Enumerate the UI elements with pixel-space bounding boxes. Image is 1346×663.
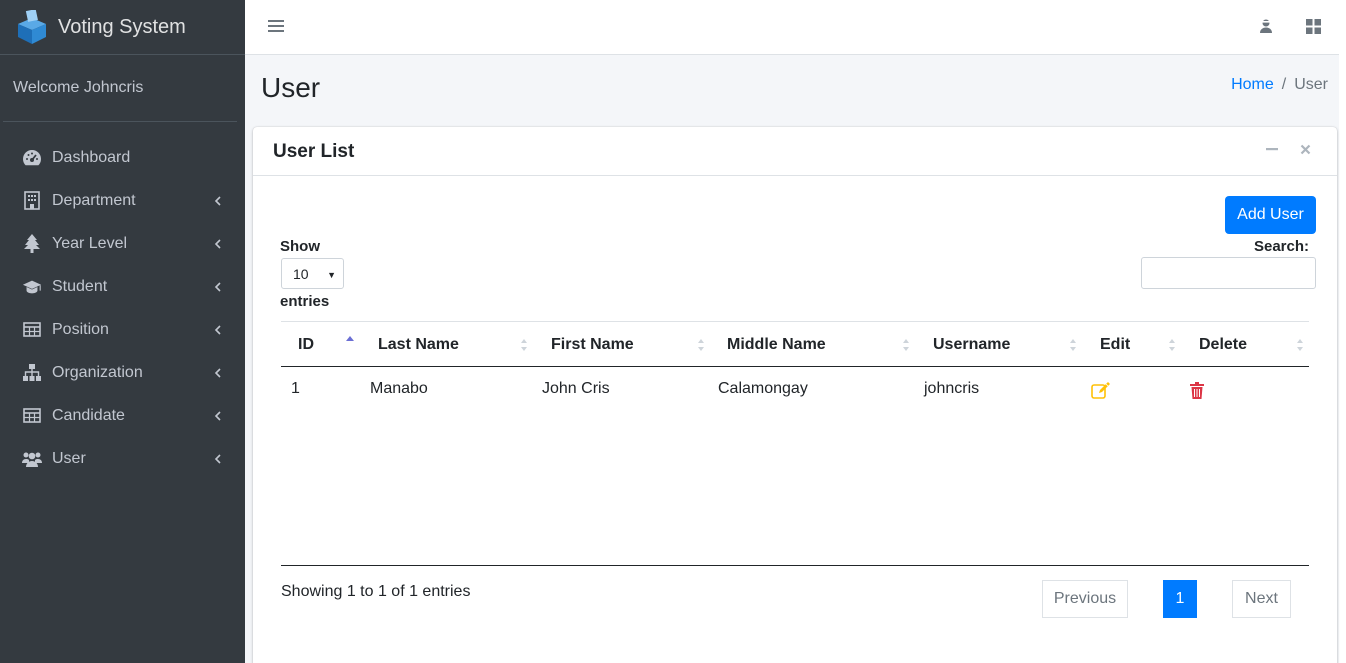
cell-id: 1: [291, 380, 300, 397]
brand-link[interactable]: Voting System: [0, 0, 245, 55]
pagination-page-1[interactable]: 1: [1163, 580, 1197, 618]
sidebar-item-label: User: [52, 449, 86, 467]
users-icon: [22, 449, 42, 469]
page-title: User: [261, 72, 321, 103]
column-header-middle-name[interactable]: Middle Name: [727, 336, 826, 354]
chevron-left-icon: [214, 281, 221, 292]
sidebar-item-user[interactable]: User: [0, 437, 245, 480]
welcome-text: Welcome Johncris: [3, 55, 237, 122]
breadcrumb-current: User: [1294, 76, 1328, 93]
graduation-cap-icon: [22, 277, 42, 297]
chevron-left-icon: [214, 367, 221, 378]
table-header-row: ID Last Name First Name Middle Name User…: [281, 321, 1309, 367]
sort-both-icon: [521, 339, 527, 351]
sitemap-icon: [22, 363, 42, 383]
top-navbar: [245, 0, 1339, 55]
page-size-select[interactable]: 10 ▼: [281, 258, 344, 289]
table-icon: [22, 320, 42, 340]
minimize-icon[interactable]: [1266, 144, 1278, 154]
user-profile-icon[interactable]: [1259, 18, 1273, 34]
search-label: Search:: [1253, 238, 1309, 255]
user-list-card: User List Add User Show 10 ▼ entries Sea…: [253, 127, 1337, 663]
pagination-next[interactable]: Next: [1232, 580, 1291, 618]
column-header-id[interactable]: ID: [298, 336, 314, 354]
cell-first-name: John Cris: [542, 380, 610, 397]
table-icon: [22, 406, 42, 426]
breadcrumb-separator: /: [1281, 76, 1287, 93]
sidebar-item-position[interactable]: Position: [0, 308, 245, 351]
search-input[interactable]: [1141, 257, 1316, 289]
sort-both-icon: [1169, 339, 1175, 351]
sidebar-item-label: Student: [52, 277, 108, 295]
sidebar-item-department[interactable]: Department: [0, 179, 245, 222]
sidebar: Voting System Welcome Johncris Dashboard…: [0, 0, 245, 663]
table-info: Showing 1 to 1 of 1 entries: [281, 583, 471, 600]
column-header-username[interactable]: Username: [933, 336, 1010, 354]
sidebar-item-year-level[interactable]: Year Level: [0, 222, 245, 265]
hamburger-menu-icon[interactable]: [268, 19, 284, 33]
cell-middle-name: Calamongay: [718, 380, 808, 397]
page-size-value: 10: [293, 265, 309, 282]
sort-asc-icon: [346, 336, 354, 341]
sort-both-icon: [698, 339, 704, 351]
entries-label: entries: [280, 293, 330, 310]
sidebar-item-label: Department: [52, 191, 136, 209]
breadcrumb: Home / User: [1231, 76, 1328, 94]
grid-apps-icon[interactable]: [1306, 19, 1321, 34]
chevron-left-icon: [214, 195, 221, 206]
chevron-left-icon: [214, 324, 221, 335]
add-user-button[interactable]: Add User: [1225, 196, 1316, 234]
sort-both-icon: [1070, 339, 1076, 351]
users-table: ID Last Name First Name Middle Name User…: [281, 321, 1309, 409]
sidebar-item-candidate[interactable]: Candidate: [0, 394, 245, 437]
sidebar-item-student[interactable]: Student: [0, 265, 245, 308]
card-header: User List: [253, 127, 1337, 176]
breadcrumb-home-link[interactable]: Home: [1231, 76, 1274, 94]
cell-username: johncris: [924, 380, 980, 397]
chevron-left-icon: [214, 238, 221, 249]
show-label: Show: [280, 238, 320, 255]
sort-both-icon: [903, 339, 909, 351]
trash-icon[interactable]: [1190, 382, 1204, 399]
dashboard-icon: [22, 148, 42, 168]
cell-last-name: Manabo: [370, 380, 428, 397]
column-header-last-name[interactable]: Last Name: [378, 336, 459, 354]
building-icon: [22, 191, 42, 211]
close-icon[interactable]: [1300, 144, 1311, 155]
sort-both-icon: [1297, 339, 1303, 351]
sidebar-item-label: Year Level: [52, 234, 128, 252]
sidebar-item-label: Dashboard: [52, 148, 131, 166]
chevron-left-icon: [214, 453, 221, 464]
sidebar-nav: Dashboard Department Year Level Student: [0, 136, 245, 480]
chevron-left-icon: [214, 410, 221, 421]
sidebar-item-dashboard[interactable]: Dashboard: [0, 136, 245, 179]
card-title: User List: [273, 141, 355, 162]
column-header-first-name[interactable]: First Name: [551, 336, 634, 354]
ballot-box-logo-icon: [18, 10, 46, 44]
sidebar-item-label: Position: [52, 320, 109, 338]
sidebar-item-organization[interactable]: Organization: [0, 351, 245, 394]
column-header-edit[interactable]: Edit: [1100, 336, 1130, 354]
caret-down-icon: ▼: [327, 270, 336, 280]
pagination-previous[interactable]: Previous: [1042, 580, 1128, 618]
sidebar-item-label: Organization: [52, 363, 143, 381]
brand-text: Voting System: [58, 15, 186, 38]
edit-icon[interactable]: [1091, 382, 1111, 399]
table-row: 1 Manabo John Cris Calamongay johncris: [281, 367, 1309, 409]
sidebar-item-label: Candidate: [52, 406, 125, 424]
tree-icon: [22, 234, 42, 254]
column-header-delete[interactable]: Delete: [1199, 336, 1247, 354]
right-edge: [1339, 0, 1346, 663]
table-footer-divider: [281, 565, 1309, 566]
